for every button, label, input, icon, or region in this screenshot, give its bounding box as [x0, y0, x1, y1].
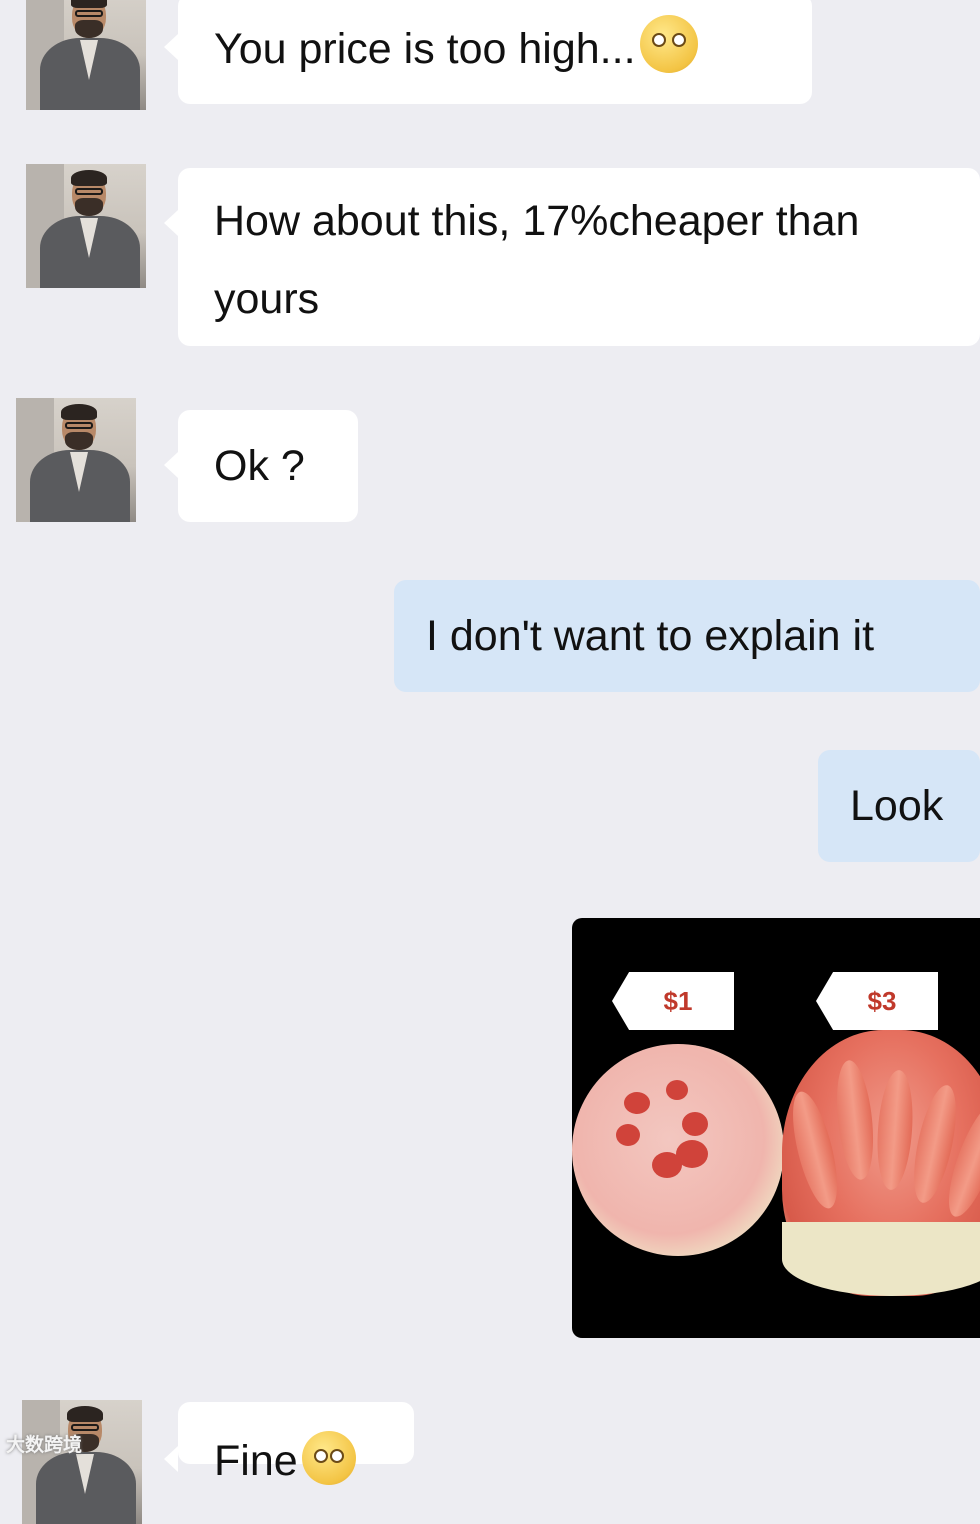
price-tag: $3: [816, 972, 938, 1030]
contact-avatar[interactable]: [16, 398, 136, 522]
pale-pomelo-slice: [572, 1044, 784, 1256]
handshake-emoji-icon: [301, 1431, 356, 1485]
watermark: 大数跨境: [6, 1430, 82, 1457]
bubble-tail: [164, 210, 178, 236]
watermark-text: 大数跨境: [6, 1435, 83, 1456]
bubble-tail: [164, 1446, 178, 1472]
contact-avatar[interactable]: [26, 0, 146, 110]
price-tag-label: $3: [867, 986, 897, 1016]
price-tag: $1: [612, 972, 734, 1030]
incoming-message[interactable]: How about this, 17%cheaper than yours: [178, 168, 980, 346]
red-pomelo-segments: [782, 1030, 980, 1296]
message-text: Ok ?: [214, 442, 305, 490]
message-text: Fine: [214, 1437, 298, 1485]
contact-avatar[interactable]: [22, 1400, 142, 1524]
message-text: I don't want to explain it: [426, 612, 875, 660]
bubble-tail: [164, 34, 178, 60]
incoming-message[interactable]: Ok ?: [178, 410, 358, 522]
message-text: How about this, 17%cheaper than yours: [214, 197, 860, 323]
price-comparison-image[interactable]: $1 $3: [572, 918, 980, 1338]
outgoing-message[interactable]: I don't want to explain it: [394, 580, 980, 692]
awkward-smile-emoji-icon: [639, 15, 698, 73]
outgoing-message[interactable]: Look: [818, 750, 980, 862]
price-tag-label: $1: [663, 986, 693, 1016]
message-text: You price is too high...: [214, 25, 636, 73]
message-text: Look: [850, 782, 944, 830]
incoming-message[interactable]: You price is too high...: [178, 0, 812, 104]
contact-avatar[interactable]: [26, 164, 146, 288]
incoming-message[interactable]: Fine: [178, 1402, 414, 1485]
bubble-tail: [164, 452, 178, 478]
